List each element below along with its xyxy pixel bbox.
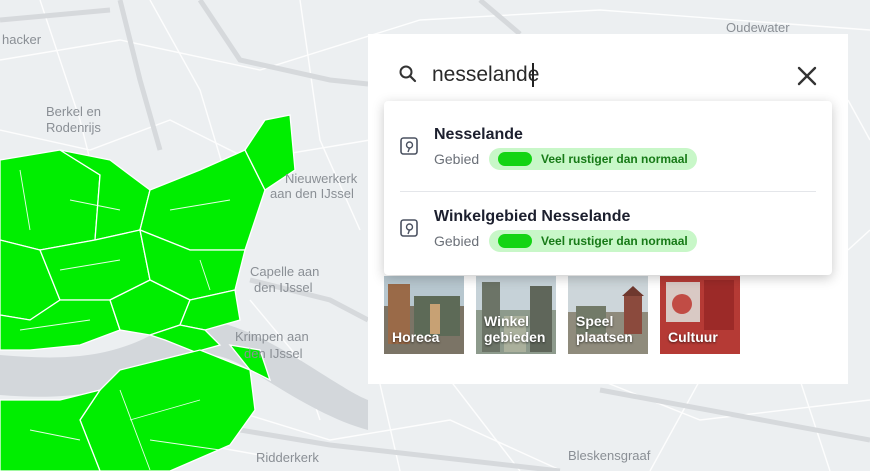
category-tile-winkelgebieden[interactable]: Winkel gebieden: [476, 276, 556, 354]
status-dot-icon: [498, 152, 532, 166]
map-label: Krimpen aan: [235, 329, 309, 344]
search-bar[interactable]: [368, 34, 848, 106]
map-label: Rodenrijs: [46, 120, 101, 135]
badge-text: Veel rustiger dan normaal: [541, 234, 688, 248]
category-tile-speelplaatsen[interactable]: Speel plaatsen: [568, 276, 648, 354]
search-result-item[interactable]: Nesselande Gebied Veel rustiger dan norm…: [384, 101, 832, 183]
area-icon: [400, 137, 418, 155]
category-tile-cultuur[interactable]: Cultuur: [660, 276, 740, 354]
result-type: Gebied: [434, 233, 480, 249]
result-type: Gebied: [434, 151, 480, 167]
map-label: aan den IJssel: [270, 186, 354, 201]
status-dot-icon: [498, 234, 532, 248]
map-label: Oudewater: [726, 20, 790, 35]
map-label: Berkel en: [46, 104, 101, 119]
category-tile-horeca[interactable]: Horeca: [384, 276, 464, 354]
crowd-status-badge: Veel rustiger dan normaal: [489, 230, 697, 252]
map-label: den IJssel: [254, 280, 313, 295]
map-label: den IJssel: [244, 346, 303, 361]
category-label: Cultuur: [668, 329, 718, 345]
search-input[interactable]: [432, 60, 772, 90]
result-title: Nesselande: [434, 126, 523, 143]
category-label: Horeca: [392, 329, 440, 345]
map-label: Bleskensgraaf: [568, 448, 651, 463]
search-icon: [399, 65, 417, 83]
search-result-item[interactable]: Winkelgebied Nesselande Gebied Veel rust…: [384, 193, 832, 275]
map-label: Nieuwerkerk: [285, 171, 358, 186]
close-icon[interactable]: [792, 61, 822, 91]
category-label: Winkel gebieden: [484, 313, 546, 345]
map-label: hacker: [2, 32, 42, 47]
divider: [400, 191, 816, 192]
category-label: Speel plaatsen: [576, 313, 633, 345]
badge-text: Veel rustiger dan normaal: [541, 152, 688, 166]
result-title: Winkelgebied Nesselande: [434, 208, 631, 225]
map-label: Capelle aan: [250, 264, 320, 279]
area-icon: [400, 219, 418, 237]
search-results-dropdown: Nesselande Gebied Veel rustiger dan norm…: [384, 101, 832, 275]
text-cursor: [532, 63, 534, 87]
crowd-status-badge: Veel rustiger dan normaal: [489, 148, 697, 170]
map-label: Ridderkerk: [256, 450, 319, 465]
